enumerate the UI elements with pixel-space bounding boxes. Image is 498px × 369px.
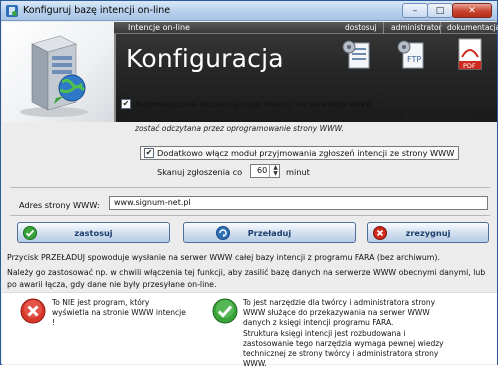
scan-interval-value: 60 — [257, 166, 268, 175]
server-illustration — [2, 22, 114, 122]
warning-text: To NIE jest program, który wyświetla na … — [52, 298, 186, 327]
auto-update-label[interactable]: Automatycznie aktualizuj bazę intencji n… — [135, 99, 373, 109]
nav-dokumentacja-link[interactable]: dokumentacja — [447, 23, 498, 32]
scan-interval-label: Skanuj zgłoszenia co — [157, 167, 243, 177]
apply-button[interactable]: zastosuj — [17, 222, 170, 243]
url-label: Adres strony WWW: — [19, 200, 100, 210]
nav-dostosuj-link[interactable]: dostosuj — [345, 23, 377, 32]
pdf-icon-label: PDF — [463, 62, 476, 70]
reload-info-text: Przycisk PRZEŁADUJ spowoduje wysłanie na… — [7, 253, 440, 262]
cancel-button[interactable]: zrezygnuj — [367, 222, 489, 243]
settings-doc-icon[interactable] — [340, 37, 374, 71]
divider — [10, 187, 490, 188]
extra-module-checkbox[interactable]: ✔ — [144, 148, 154, 158]
success-icon — [212, 298, 238, 324]
scan-interval-spinner[interactable]: ▲ ▼ — [269, 164, 280, 178]
reload-button[interactable]: Przeładuj — [183, 222, 356, 243]
extra-module-label[interactable]: Dodatkowo włącz moduł przyjmowania zgłos… — [157, 148, 454, 158]
reload-button-label: Przeładuj — [247, 228, 292, 238]
window-controls: – □ ✕ — [402, 3, 492, 18]
application-window: Konfiguruj bazę intencji on-line – □ ✕ I… — [0, 0, 498, 368]
reload-usage-text: Należy go zastosować np. w chwili włącze… — [7, 268, 486, 289]
window-title: Konfiguruj bazę intencji on-line — [23, 5, 171, 16]
close-button[interactable]: ✕ — [452, 3, 492, 18]
title-bar[interactable]: Konfiguruj bazę intencji on-line – □ ✕ — [1, 1, 497, 21]
error-icon — [20, 298, 46, 324]
spin-down-icon[interactable]: ▼ — [271, 171, 280, 177]
cancel-button-label: zrezygnuj — [405, 228, 451, 238]
pdf-icon[interactable]: PDF — [453, 37, 487, 71]
description-text: To jest narzędzie dla twórcy i administr… — [243, 298, 436, 327]
ftp-icon[interactable]: FTP — [395, 37, 429, 71]
app-icon — [6, 5, 18, 17]
apply-button-label: zastosuj — [74, 228, 113, 238]
header-divider — [114, 34, 116, 122]
maximize-button[interactable]: □ — [427, 3, 453, 18]
url-input[interactable]: www.signum-net.pl — [109, 196, 488, 210]
auto-update-checkbox[interactable]: ✔ — [121, 99, 131, 109]
auto-update-note: Każdorazowa zmiana intencji będzie natyc… — [135, 113, 471, 133]
minimize-button[interactable]: – — [402, 3, 428, 18]
page-title: Konfiguracja — [126, 44, 284, 73]
server-globe-icon — [20, 35, 88, 117]
ftp-icon-label: FTP — [407, 55, 421, 64]
nav-separator — [440, 22, 441, 34]
header-subtitle: Intencje on-line — [128, 23, 190, 32]
requirements-text: Struktura księgi intencji jest rozbudowa… — [243, 329, 444, 368]
nav-separator — [383, 22, 384, 34]
url-value: www.signum-net.pl — [114, 198, 191, 207]
scan-interval-unit: minut — [286, 167, 310, 177]
nav-administrator-link[interactable]: administrator — [391, 23, 442, 32]
divider — [10, 215, 490, 216]
